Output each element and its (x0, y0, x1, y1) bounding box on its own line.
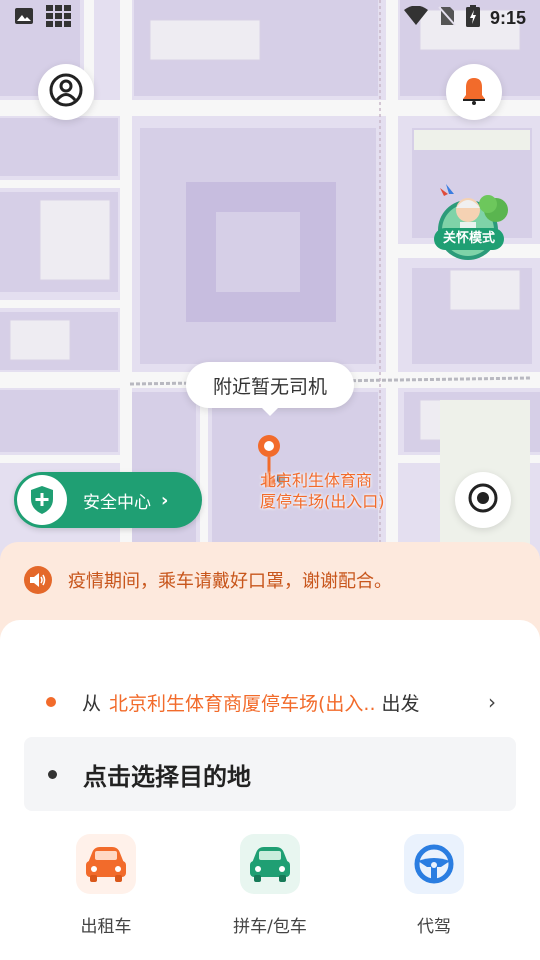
service-carpool-label: 拼车/包车 (233, 917, 307, 937)
grid-icon (46, 5, 72, 31)
destination-dot-icon (48, 769, 57, 779)
no-sim-icon (438, 6, 456, 30)
battery-charging-icon (465, 5, 480, 31)
pickup-dot-icon (46, 697, 56, 707)
notification-button[interactable] (446, 64, 502, 120)
care-mode-label: 关怀模式 (434, 228, 504, 250)
service-designated-driver-label: 代驾 (417, 917, 451, 937)
driver-status-bubble: 附近暂无司机 (186, 362, 354, 416)
carpool-car-icon (240, 834, 300, 894)
map-view[interactable]: 9:15 关怀模式 附近暂无司机 北京利生体育商 厦停车场(出入口) 安全中心 … (0, 0, 540, 560)
taxi-car-icon (76, 834, 136, 894)
destination-placeholder: 点击选择目的地 (83, 762, 251, 791)
pickup-label-line1: 北京利生体育商 (260, 471, 373, 490)
from-suffix: 出发 (381, 692, 420, 715)
user-avatar-icon (49, 73, 83, 111)
driver-status-text: 附近暂无司机 (212, 375, 327, 398)
profile-button[interactable] (38, 64, 94, 120)
service-designated-driver[interactable]: 代驾 (374, 834, 494, 937)
pickup-label-line2: 厦停车场(出入口) (260, 492, 385, 511)
safety-center-button[interactable]: 安全中心 › (14, 472, 202, 528)
service-options: 出租车 拼车/包车 代驾 (0, 834, 540, 944)
shield-icon (17, 475, 67, 525)
pickup-location-label: 北京利生体育商 厦停车场(出入口) (260, 470, 385, 512)
service-taxi-label: 出租车 (80, 917, 132, 937)
wifi-icon (403, 5, 428, 30)
chevron-right-icon: › (488, 690, 496, 714)
care-mode-button[interactable]: 关怀模式 (430, 178, 514, 260)
trip-sheet: 从 北京利生体育商厦停车场(出入.. 出发 › 点击选择目的地 出租车 拼车/包… (0, 620, 540, 960)
steering-wheel-icon (404, 834, 464, 894)
service-taxi[interactable]: 出租车 (46, 834, 166, 937)
notice-text: 疫情期间，乘车请戴好口罩，谢谢配合。 (68, 571, 392, 592)
speaker-icon (24, 566, 52, 594)
locate-me-button[interactable] (455, 472, 511, 528)
pickup-place-name: 北京利生体育商厦停车场(出入.. (109, 692, 376, 715)
bell-icon (460, 75, 488, 109)
destination-input[interactable]: 点击选择目的地 (24, 737, 516, 811)
from-prefix: 从 (82, 692, 102, 715)
clock-time: 9:15 (489, 7, 526, 28)
safety-center-label: 安全中心 (83, 492, 151, 513)
status-bar: 9:15 (0, 0, 540, 36)
target-icon (467, 482, 499, 518)
service-carpool[interactable]: 拼车/包车 (210, 834, 330, 937)
pickup-location-row[interactable]: 从 北京利生体育商厦停车场(出入.. 出发 › (46, 682, 496, 722)
gallery-icon (14, 6, 34, 30)
chevron-right-icon: › (161, 489, 169, 511)
